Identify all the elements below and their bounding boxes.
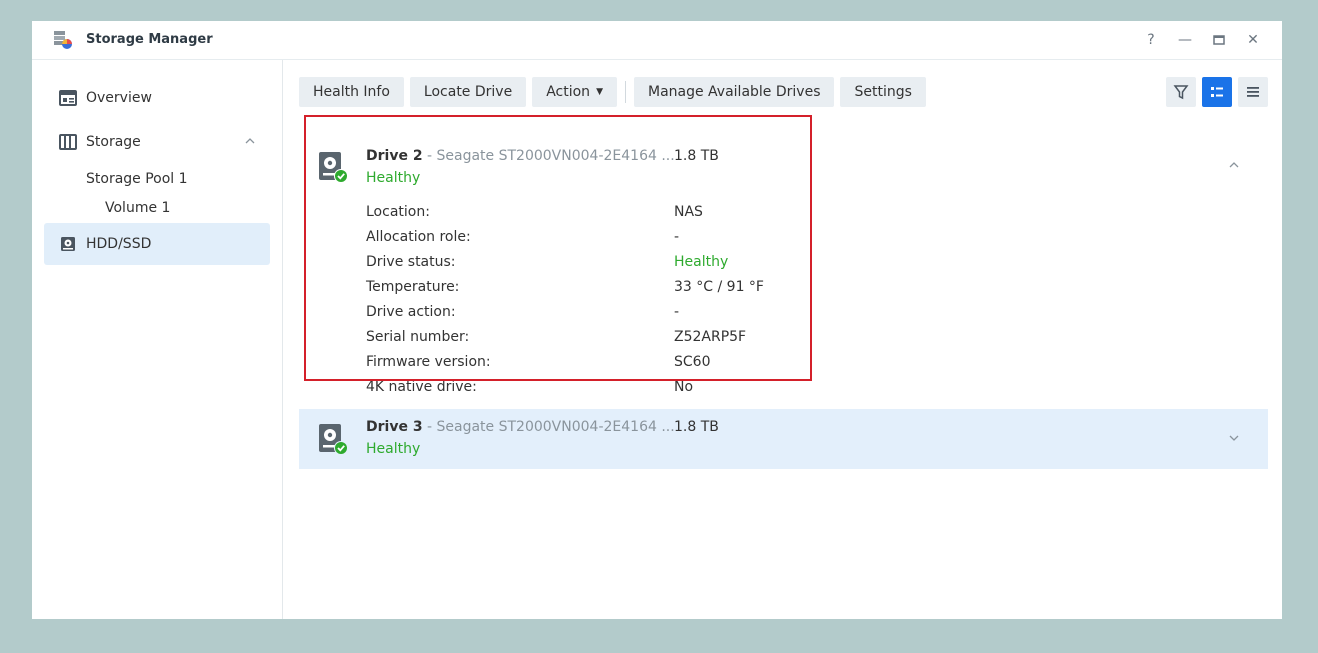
close-button[interactable]: ✕: [1242, 29, 1264, 51]
main-panel: Health Info Locate Drive Action ▼ Manage…: [283, 60, 1282, 619]
chevron-down-icon[interactable]: [1228, 432, 1240, 444]
detail-value-drive-status: Healthy: [674, 254, 729, 270]
minimize-button[interactable]: —: [1174, 29, 1196, 51]
list-view-button[interactable]: [1238, 77, 1268, 107]
detail-view-button[interactable]: [1202, 77, 1232, 107]
drive-name: Drive 2: [366, 148, 423, 164]
detail-label: Location:: [366, 204, 430, 220]
detail-value: -: [674, 229, 680, 245]
detail-value: -: [674, 304, 680, 320]
detail-label: Drive action:: [366, 304, 456, 320]
sidebar-item-volume-1[interactable]: Volume 1: [105, 200, 170, 216]
hdd-icon: [58, 234, 78, 254]
manage-available-drives-button[interactable]: Manage Available Drives: [633, 77, 835, 107]
detail-label: Serial number:: [366, 329, 470, 345]
detail-label: Allocation role:: [366, 229, 471, 245]
storage-icon: [58, 132, 78, 152]
drive-health-status: Healthy: [366, 170, 421, 186]
drive-model: - Seagate ST2000VN004-2E4164 ...: [422, 419, 675, 435]
drive-model: - Seagate ST2000VN004-2E4164 ...: [422, 148, 675, 164]
drive-title: Drive 3 - Seagate ST2000VN004-2E4164 ...: [366, 419, 675, 435]
detail-label: Firmware version:: [366, 354, 491, 370]
title-bar: Storage Manager ? — ✕: [32, 21, 1282, 60]
help-button[interactable]: ?: [1140, 29, 1162, 51]
sidebar-item-storage[interactable]: Storage: [44, 121, 270, 163]
locate-drive-button[interactable]: Locate Drive: [409, 77, 527, 107]
maximize-icon: [1213, 35, 1225, 45]
hdd-healthy-icon: [319, 424, 347, 455]
detail-label: Drive status:: [366, 254, 456, 270]
caret-down-icon: ▼: [596, 87, 603, 97]
action-label: Action: [546, 84, 591, 100]
maximize-button[interactable]: [1208, 29, 1230, 51]
sidebar-item-overview[interactable]: Overview: [44, 77, 270, 119]
detail-label: 4K native drive:: [366, 379, 477, 395]
drive-row-drive-3[interactable]: Drive 3 - Seagate ST2000VN004-2E4164 ...…: [299, 409, 1268, 469]
detail-label: Temperature:: [366, 279, 460, 295]
detail-value: 33 °C / 91 °F: [674, 279, 764, 295]
settings-button[interactable]: Settings: [840, 77, 926, 107]
drive-title: Drive 2 - Seagate ST2000VN004-2E4164 ...: [366, 148, 675, 164]
hdd-healthy-icon: [319, 152, 347, 183]
drive-row-drive-2[interactable]: Drive 2 - Seagate ST2000VN004-2E4164 ...…: [299, 138, 1268, 404]
drive-health-status: Healthy: [366, 441, 421, 457]
sidebar-item-label: Overview: [86, 90, 152, 106]
toolbar: Health Info Locate Drive Action ▼ Manage…: [299, 77, 926, 107]
storage-manager-app-icon: [54, 31, 72, 49]
detail-value: Z52ARP5F: [674, 329, 747, 345]
sidebar-item-label: Storage: [86, 134, 141, 150]
drive-size: 1.8 TB: [674, 419, 719, 435]
drive-name: Drive 3: [366, 419, 423, 435]
detail-value: No: [674, 379, 694, 395]
chevron-up-icon[interactable]: [244, 135, 256, 147]
detail-list-icon: [1211, 87, 1223, 97]
list-icon: [1247, 87, 1259, 97]
detail-value: NAS: [674, 204, 703, 220]
window-title: Storage Manager: [86, 32, 213, 47]
sidebar-item-hdd-ssd[interactable]: HDD/SSD: [44, 223, 270, 265]
sidebar-item-storage-pool-1[interactable]: Storage Pool 1: [86, 171, 188, 187]
action-dropdown-button[interactable]: Action ▼: [532, 77, 617, 107]
sidebar: Overview Storage Storage Pool 1 Volume 1…: [32, 60, 283, 619]
health-info-button[interactable]: Health Info: [299, 77, 404, 107]
toolbar-divider: [624, 81, 626, 103]
detail-value: SC60: [674, 354, 711, 370]
chevron-up-icon[interactable]: [1228, 159, 1240, 171]
sidebar-item-label: HDD/SSD: [86, 236, 152, 252]
filter-button[interactable]: [1166, 77, 1196, 107]
filter-icon: [1173, 85, 1189, 100]
overview-icon: [58, 88, 78, 108]
drive-size: 1.8 TB: [674, 148, 719, 164]
storage-manager-window: Storage Manager ? — ✕ Overview Storage S…: [32, 21, 1282, 619]
